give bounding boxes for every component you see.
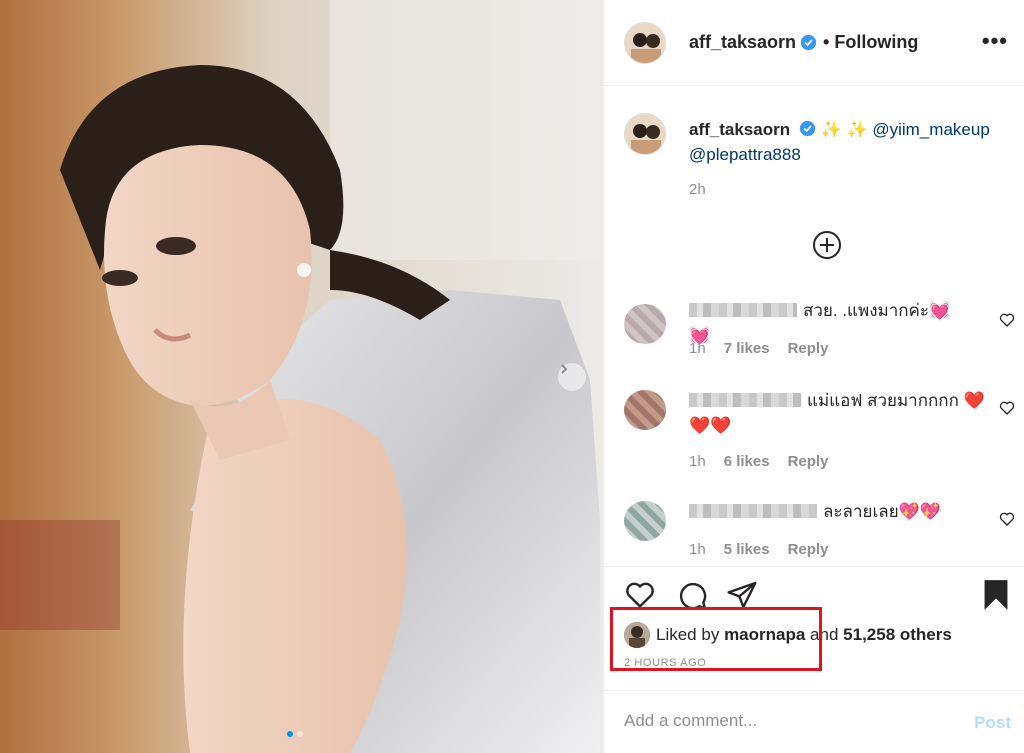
comment-time: 1h: [689, 340, 706, 357]
header-user-row: aff_taksaorn • Following: [689, 32, 918, 53]
commenter-username-blurred[interactable]: [689, 393, 801, 407]
caption-time: 2h: [689, 181, 706, 198]
comment-text: แม่แอฟ สวยมากกกก ❤️❤️❤️: [689, 388, 989, 438]
avatar-image: [625, 22, 665, 63]
mention-link[interactable]: @yiim_makeup: [872, 120, 989, 139]
comment-meta: 1h 5 likes Reply: [689, 541, 828, 558]
header-username[interactable]: aff_taksaorn: [689, 32, 796, 53]
post-comment-button[interactable]: Post: [974, 713, 1011, 733]
load-more-comments-icon[interactable]: [812, 230, 842, 260]
likes-others-link[interactable]: 51,258 others: [843, 625, 952, 645]
reply-button[interactable]: Reply: [788, 541, 829, 558]
comment-time: 1h: [689, 541, 706, 558]
chevron-right-icon: [561, 364, 568, 374]
reply-button[interactable]: Reply: [788, 453, 829, 470]
comment-likes[interactable]: 5 likes: [724, 541, 770, 558]
post-header: aff_taksaorn • Following •••: [604, 0, 1024, 86]
caption-text: aff_taksaorn ✨ ✨ @yiim_makeup @plepattra…: [689, 117, 1019, 167]
more-options-button[interactable]: •••: [982, 30, 1008, 52]
caption-sparkles: ✨ ✨: [820, 120, 868, 139]
follow-status-label: Following: [834, 32, 919, 52]
author-avatar[interactable]: [624, 21, 666, 64]
bookmark-save-icon[interactable]: [982, 579, 1010, 611]
photo-illustration: [0, 0, 603, 753]
carousel-dots: [287, 731, 303, 737]
comment-like-heart-icon[interactable]: [999, 400, 1015, 416]
comment-text: ละลายเลย💖💖: [689, 499, 969, 524]
mention-link[interactable]: @plepattra888: [689, 145, 801, 164]
verified-badge-icon: [799, 120, 815, 137]
comment-likes[interactable]: 6 likes: [724, 453, 770, 470]
commenter-username-blurred[interactable]: [689, 504, 817, 518]
post-photo: [0, 0, 603, 753]
comment-time: 1h: [689, 453, 706, 470]
add-comment-bar: Post: [604, 690, 1024, 753]
comment-like-heart-icon[interactable]: [999, 511, 1015, 527]
commenter-avatar[interactable]: [624, 304, 666, 344]
commenter-avatar[interactable]: [624, 501, 666, 541]
commenter-avatar[interactable]: [624, 390, 666, 430]
add-comment-input[interactable]: [624, 711, 944, 731]
follow-status[interactable]: • Following: [823, 32, 918, 53]
actions-divider: [604, 566, 1024, 567]
comment-likes[interactable]: 7 likes: [724, 340, 770, 357]
comment-like-heart-icon[interactable]: [999, 312, 1015, 328]
likes-highlight-box: [610, 607, 822, 671]
reply-button[interactable]: Reply: [788, 340, 829, 357]
carousel-dot-active: [287, 731, 293, 737]
avatar-image: [625, 114, 665, 154]
carousel-next-button[interactable]: [558, 363, 586, 391]
commenter-username-blurred[interactable]: [689, 303, 797, 317]
comment-meta: 1h 7 likes Reply: [689, 340, 828, 357]
caption-username[interactable]: aff_taksaorn: [689, 120, 790, 139]
comment-meta: 1h 6 likes Reply: [689, 453, 828, 470]
carousel-dot: [297, 731, 303, 737]
verified-badge-icon: [800, 34, 817, 51]
comment-body: ละลายเลย💖💖: [823, 502, 941, 521]
caption-avatar[interactable]: [624, 113, 666, 155]
